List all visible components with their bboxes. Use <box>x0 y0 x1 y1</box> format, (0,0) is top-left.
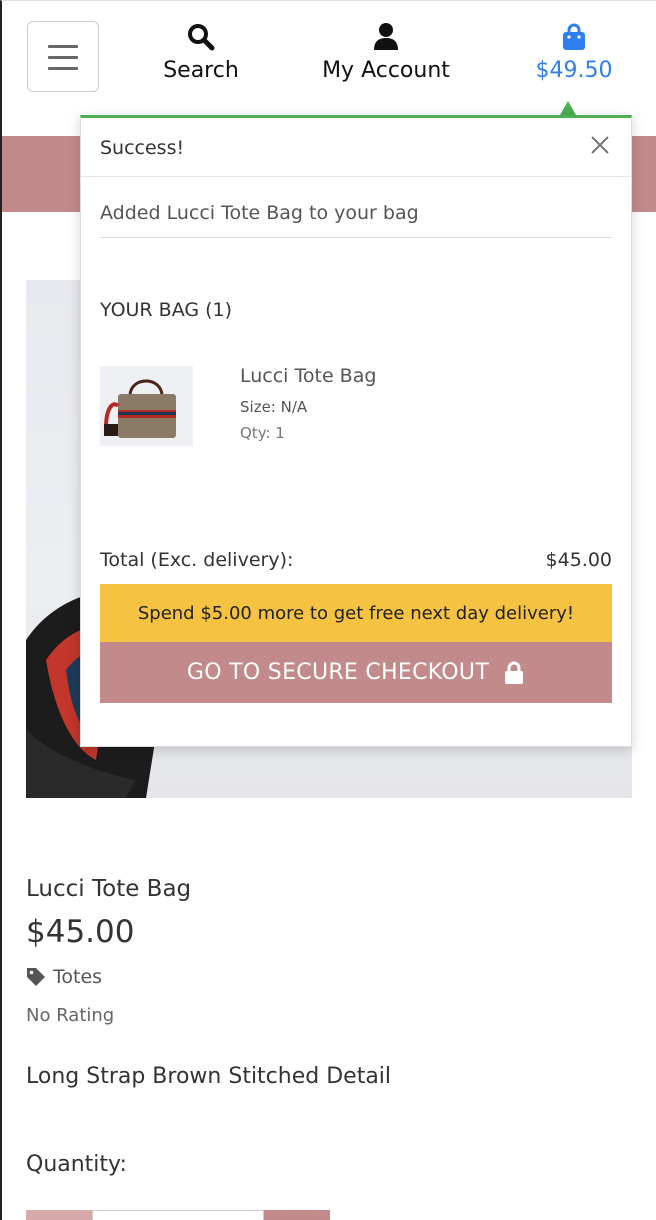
decrement-button[interactable] <box>26 1210 92 1220</box>
product-description: Long Strap Brown Stitched Detail <box>26 1064 392 1089</box>
product-name: Lucci Tote Bag <box>26 876 192 902</box>
nav-account-label: My Account <box>322 58 450 83</box>
toast-title: Success! <box>100 137 185 159</box>
checkout-label: GO TO SECURE CHECKOUT <box>186 660 490 685</box>
close-button[interactable] <box>587 132 613 158</box>
nav-account-link[interactable]: My Account <box>310 22 462 83</box>
hamburger-icon <box>48 45 78 48</box>
nav-bag-total: $49.50 <box>535 58 613 83</box>
secure-checkout-button[interactable]: GO TO SECURE CHECKOUT <box>100 642 612 703</box>
bag-heading: YOUR BAG (1) <box>100 299 233 321</box>
increment-button[interactable] <box>264 1210 330 1220</box>
bag-toast: Success! Added Lucci Tote Bag to your ba… <box>80 115 632 747</box>
menu-toggle-button[interactable] <box>27 21 99 92</box>
nav-search-link[interactable]: Search <box>150 22 252 83</box>
product-price: $45.00 <box>26 914 135 950</box>
nav-bag-link[interactable]: $49.50 <box>522 22 626 83</box>
bag-item-qty: Qty: 1 <box>240 424 285 442</box>
hamburger-icon-bar <box>48 56 78 59</box>
nav-search-label: Search <box>163 58 239 83</box>
divider <box>100 237 612 238</box>
product-category-label: Totes <box>53 966 103 988</box>
search-icon <box>150 22 252 52</box>
product-category-link[interactable]: Totes <box>26 966 102 988</box>
bag-item-name: Lucci Tote Bag <box>240 365 377 387</box>
shopping-bag-icon <box>522 22 626 52</box>
free-delivery-notice: Spend $5.00 more to get free next day de… <box>100 584 612 642</box>
toast-arrow <box>560 101 576 115</box>
toast-message: Added Lucci Tote Bag to your bag <box>100 202 419 224</box>
product-rating: No Rating <box>26 1005 115 1026</box>
tag-icon <box>27 968 45 986</box>
toast-header: Success! <box>81 118 631 177</box>
total-label: Total (Exc. delivery): <box>100 549 294 571</box>
bag-item-size: Size: N/A <box>240 398 308 416</box>
bag-item-thumbnail <box>100 366 193 446</box>
quantity-stepper <box>26 1210 330 1220</box>
user-icon <box>310 22 462 52</box>
quantity-input[interactable] <box>92 1210 264 1220</box>
quantity-label: Quantity: <box>26 1152 127 1177</box>
close-icon <box>591 136 609 154</box>
total-value: $45.00 <box>545 549 612 571</box>
lock-icon <box>505 661 524 684</box>
hamburger-icon-bar <box>48 67 78 70</box>
